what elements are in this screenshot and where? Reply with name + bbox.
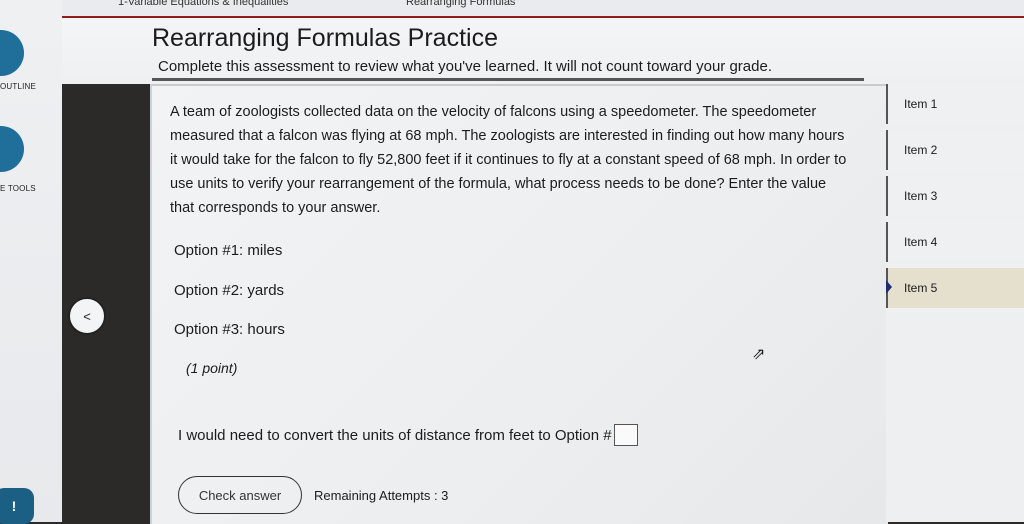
chevron-left-icon: < [83, 308, 91, 324]
alert-badge[interactable]: ! [0, 488, 34, 524]
page-subtitle: Complete this assessment to review what … [158, 58, 772, 75]
remaining-attempts: Remaining Attempts : 3 [314, 488, 449, 503]
item-label: Item 4 [904, 235, 938, 249]
mouse-cursor-icon: ⇗ [752, 346, 766, 363]
item-label: Item 1 [904, 97, 938, 111]
question-text: A team of zoologists collected data on t… [170, 104, 847, 216]
left-sidebar: OUTLINE E TOOLS ! [0, 0, 62, 524]
option-1: Option #1: miles [174, 242, 283, 259]
option-3: Option #3: hours [174, 321, 285, 338]
item-4[interactable]: Item 4 [886, 222, 1024, 262]
item-3[interactable]: Item 3 [886, 176, 1024, 216]
item-2[interactable]: Item 2 [886, 130, 1024, 170]
previous-button[interactable]: < [68, 297, 106, 335]
current-item-arrow-icon [886, 280, 892, 294]
answer-row: I would need to convert the units of dis… [178, 424, 638, 446]
page-title: Rearranging Formulas Practice [152, 24, 498, 52]
page-header: Rearranging Formulas Practice Complete t… [62, 18, 1024, 84]
breadcrumb-lesson[interactable]: Rearranging Formulas [406, 0, 515, 8]
point-value: (1 point) [186, 360, 238, 376]
item-label: Item 5 [904, 281, 938, 295]
item-label: Item 3 [904, 189, 938, 203]
question-panel: A team of zoologists collected data on t… [150, 84, 888, 524]
check-answer-button[interactable]: Check answer [178, 476, 302, 514]
answer-input[interactable] [613, 424, 638, 446]
breadcrumb-unit[interactable]: 1-Variable Equations & Inequalities [118, 0, 288, 8]
item-list: Item 1 Item 2 Item 3 Item 4 Item 5 [886, 80, 1024, 522]
breadcrumb: 1-Variable Equations & Inequalities Rear… [62, 0, 1024, 18]
answer-prompt: I would need to convert the units of dis… [178, 426, 612, 444]
header-divider [152, 78, 864, 81]
tools-button[interactable] [0, 126, 24, 172]
item-5[interactable]: Item 5 [886, 268, 1024, 308]
option-2: Option #2: yards [174, 282, 285, 299]
tools-label: E TOOLS [0, 184, 36, 193]
item-label: Item 2 [904, 143, 938, 157]
item-1[interactable]: Item 1 [886, 84, 1024, 124]
outline-button[interactable] [0, 30, 24, 76]
outline-label: OUTLINE [0, 82, 37, 91]
